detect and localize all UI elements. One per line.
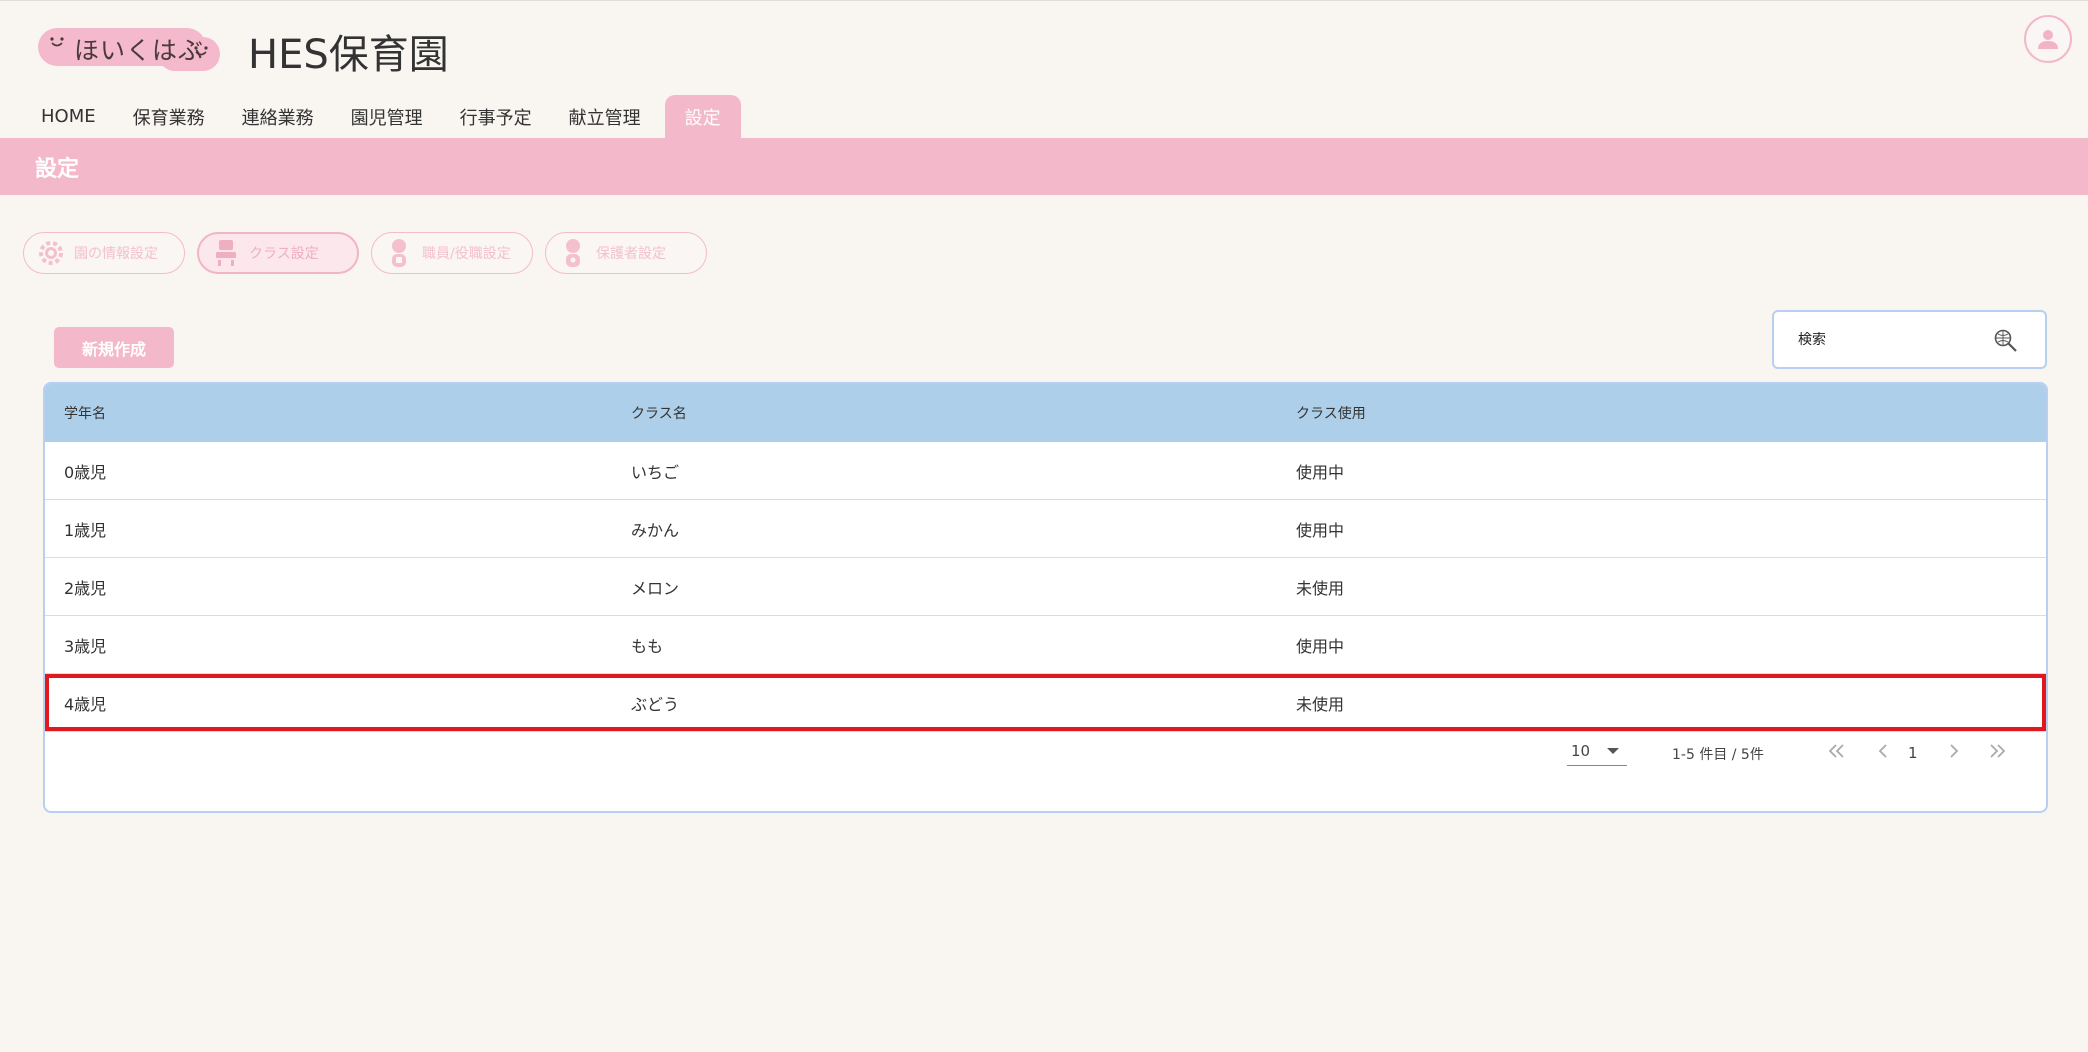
table-row[interactable]: 3歳児 もも 使用中	[45, 616, 2046, 674]
cell-class-usage: 使用中	[1296, 636, 1345, 656]
subtab-label: 保護者設定	[596, 246, 666, 262]
user-icon	[2038, 30, 2058, 49]
per-page-select[interactable]: 10	[1567, 736, 1627, 766]
chevron-right-icon	[1950, 744, 1959, 758]
cell-class-usage: 未使用	[1296, 694, 1345, 714]
search-input[interactable]	[1798, 331, 1978, 348]
user-menu-button[interactable]	[2024, 15, 2072, 63]
search-icon[interactable]	[1993, 328, 2019, 354]
double-chevron-right-icon	[1990, 744, 2006, 758]
cell-class-usage: 使用中	[1296, 462, 1345, 482]
first-page-button[interactable]	[1825, 739, 1849, 763]
pagination: 10 1-5 件目 / 5件 1	[45, 731, 2046, 771]
pagination-range: 1-5 件目 / 5件	[1672, 747, 1764, 763]
table-row[interactable]: 1歳児 みかん 使用中	[45, 500, 2046, 558]
classroom-icon	[213, 239, 239, 267]
current-page[interactable]: 1	[1908, 744, 1918, 762]
table-header: 学年名 クラス名 クラス使用	[45, 384, 2046, 442]
class-table-card: 学年名 クラス名 クラス使用 0歳児 いちご 使用中 1歳児 みかん 使用中 2…	[43, 382, 2048, 813]
cell-class-usage: 使用中	[1296, 520, 1345, 540]
nav-home[interactable]: HOME	[28, 95, 109, 138]
table-row[interactable]: 2歳児 メロン 未使用	[45, 558, 2046, 616]
double-chevron-left-icon	[1828, 744, 1844, 758]
top-border	[0, 0, 2088, 1]
cell-grade: 0歳児	[64, 462, 107, 482]
guardian-icon	[560, 239, 586, 267]
subtab-staff-settings[interactable]: 職員/役職設定	[371, 232, 533, 274]
logo-text: ほいくはぶ	[74, 36, 205, 65]
subtab-class-settings[interactable]: クラス設定	[197, 232, 359, 274]
main-nav: HOME 保育業務 連絡業務 園児管理 行事予定 献立管理 設定	[28, 95, 752, 138]
last-page-button[interactable]	[1985, 739, 2009, 763]
subtab-label: クラス設定	[249, 246, 319, 262]
table-row-highlighted[interactable]: 4歳児 ぶどう 未使用	[45, 674, 2046, 732]
logo[interactable]: ほいくはぶ	[38, 25, 223, 71]
subtab-guardian-settings[interactable]: 保護者設定	[545, 232, 707, 274]
table-row[interactable]: 0歳児 いちご 使用中	[45, 442, 2046, 500]
cell-grade: 2歳児	[64, 578, 107, 598]
cell-grade: 1歳児	[64, 520, 107, 540]
nav-childcare-work[interactable]: 保育業務	[120, 95, 218, 138]
caret-down-icon	[1607, 748, 1619, 754]
per-page-value: 10	[1571, 741, 1591, 760]
subtab-label: 職員/役職設定	[422, 246, 511, 262]
cell-class-name: いちご	[631, 462, 680, 482]
subtab-facility-info[interactable]: 園の情報設定	[23, 232, 185, 274]
smile-icon	[194, 46, 208, 56]
column-header-class-usage[interactable]: クラス使用	[1296, 403, 2046, 423]
smile-icon	[50, 37, 64, 47]
search-box	[1772, 310, 2047, 369]
subtab-label: 園の情報設定	[74, 246, 158, 262]
chevron-left-icon	[1878, 744, 1887, 758]
cell-class-name: もも	[631, 636, 664, 656]
new-create-button[interactable]: 新規作成	[54, 327, 174, 368]
next-page-button[interactable]	[1942, 739, 1966, 763]
nav-communication[interactable]: 連絡業務	[229, 95, 327, 138]
staff-icon	[386, 239, 412, 267]
cell-grade: 4歳児	[64, 694, 107, 714]
cell-class-name: ぶどう	[631, 694, 680, 714]
nav-children-management[interactable]: 園児管理	[338, 95, 436, 138]
column-header-grade[interactable]: 学年名	[45, 403, 631, 423]
prev-page-button[interactable]	[1871, 739, 1895, 763]
cell-class-name: みかん	[631, 520, 680, 540]
page-title-bar: 設定	[0, 138, 2088, 195]
column-header-class-name[interactable]: クラス名	[631, 403, 1296, 423]
nav-menu-management[interactable]: 献立管理	[556, 95, 654, 138]
page-title: 設定	[35, 156, 80, 182]
settings-subtabs: 園の情報設定 クラス設定 職員/役職設定 保護者設定	[23, 232, 719, 274]
cell-class-usage: 未使用	[1296, 578, 1345, 598]
site-title: HES保育園	[248, 32, 449, 78]
nav-events[interactable]: 行事予定	[447, 95, 545, 138]
cell-class-name: メロン	[631, 578, 680, 598]
nav-settings[interactable]: 設定	[664, 95, 741, 138]
cell-grade: 3歳児	[64, 636, 107, 656]
gear-icon	[38, 239, 64, 267]
